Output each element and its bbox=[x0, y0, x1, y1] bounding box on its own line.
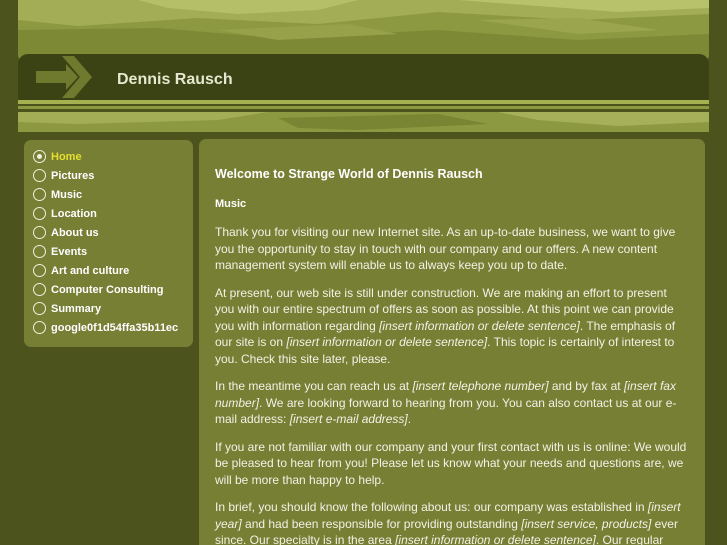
nav-item-label: Music bbox=[51, 188, 83, 201]
placeholder-text: [insert information or delete sentence] bbox=[286, 335, 488, 349]
header-divider bbox=[18, 106, 709, 109]
radio-circle-icon bbox=[33, 302, 46, 315]
right-arrow-icon bbox=[36, 56, 92, 98]
nav-item-google-verification[interactable]: google0f1d54ffa35b11ec bbox=[24, 318, 193, 337]
site-title[interactable]: Dennis Rausch bbox=[117, 71, 233, 89]
placeholder-text: [insert information or delete sentence] bbox=[395, 533, 596, 545]
placeholder-text: [insert information or delete sentence] bbox=[379, 318, 580, 333]
sidebar-nav: Home Pictures Music Location About us Ev… bbox=[24, 140, 193, 347]
radio-circle-icon bbox=[33, 150, 46, 163]
text: and had been responsible for providing o… bbox=[241, 516, 522, 531]
nav-item-label: Location bbox=[51, 207, 97, 220]
placeholder-text: [insert service, products] bbox=[521, 516, 652, 531]
radio-circle-icon bbox=[33, 245, 46, 258]
placeholder-text: [insert e-mail address] bbox=[289, 412, 408, 426]
nav-item-events[interactable]: Events bbox=[24, 242, 193, 261]
nav-item-label: Art and culture bbox=[51, 264, 130, 277]
section-title: Music bbox=[215, 198, 247, 210]
text: In the meantime you can reach us at bbox=[215, 379, 413, 393]
radio-circle-icon bbox=[33, 321, 46, 334]
radio-circle-icon bbox=[33, 207, 46, 220]
placeholder-text: [insert telephone number] bbox=[412, 379, 549, 393]
header-bottom-pattern bbox=[18, 112, 709, 132]
header-divider bbox=[18, 100, 709, 104]
paragraph-welcome: If you are not familiar with our company… bbox=[215, 439, 687, 487]
paragraph-contact: In the meantime you can reach us at [ins… bbox=[215, 378, 689, 428]
nav-item-about-us[interactable]: About us bbox=[24, 223, 193, 242]
text: . We are looking forward to hearing from… bbox=[215, 395, 677, 427]
nav-item-label: Computer Consulting bbox=[51, 283, 164, 296]
text: In brief, you should know the following … bbox=[215, 500, 648, 514]
radio-circle-icon bbox=[33, 188, 46, 201]
text: . Our regular bbox=[595, 533, 664, 545]
text: . bbox=[407, 412, 412, 426]
nav-item-art-and-culture[interactable]: Art and culture bbox=[24, 261, 193, 280]
radio-circle-icon bbox=[33, 169, 46, 182]
nav-item-location[interactable]: Location bbox=[24, 204, 193, 223]
nav-item-label: google0f1d54ffa35b11ec bbox=[51, 321, 179, 334]
site-header: Dennis Rausch bbox=[18, 0, 709, 132]
nav-item-label: Events bbox=[51, 245, 88, 258]
nav-item-home[interactable]: Home bbox=[24, 147, 193, 166]
nav-item-label: About us bbox=[51, 226, 99, 239]
paragraph-construction: At present, our web site is still under … bbox=[215, 285, 689, 368]
radio-circle-icon bbox=[33, 264, 46, 277]
paragraph-intro: Thank you for visiting our new Internet … bbox=[215, 225, 676, 272]
nav-item-computer-consulting[interactable]: Computer Consulting bbox=[24, 280, 193, 299]
text: and by fax at bbox=[548, 379, 624, 393]
radio-circle-icon bbox=[33, 226, 46, 239]
nav-item-music[interactable]: Music bbox=[24, 185, 193, 204]
paragraph-about: In brief, you should know the following … bbox=[215, 499, 689, 545]
nav-item-summary[interactable]: Summary bbox=[24, 299, 193, 318]
nav-item-label: Summary bbox=[51, 302, 102, 315]
page-title: Welcome to Strange World of Dennis Rausc… bbox=[215, 167, 483, 181]
nav-item-label: Pictures bbox=[51, 169, 95, 182]
nav-item-label: Home bbox=[51, 150, 82, 163]
nav-item-pictures[interactable]: Pictures bbox=[24, 166, 193, 185]
header-footer-band bbox=[18, 112, 709, 132]
radio-circle-icon bbox=[33, 283, 46, 296]
main-content: Welcome to Strange World of Dennis Rausc… bbox=[199, 139, 705, 545]
